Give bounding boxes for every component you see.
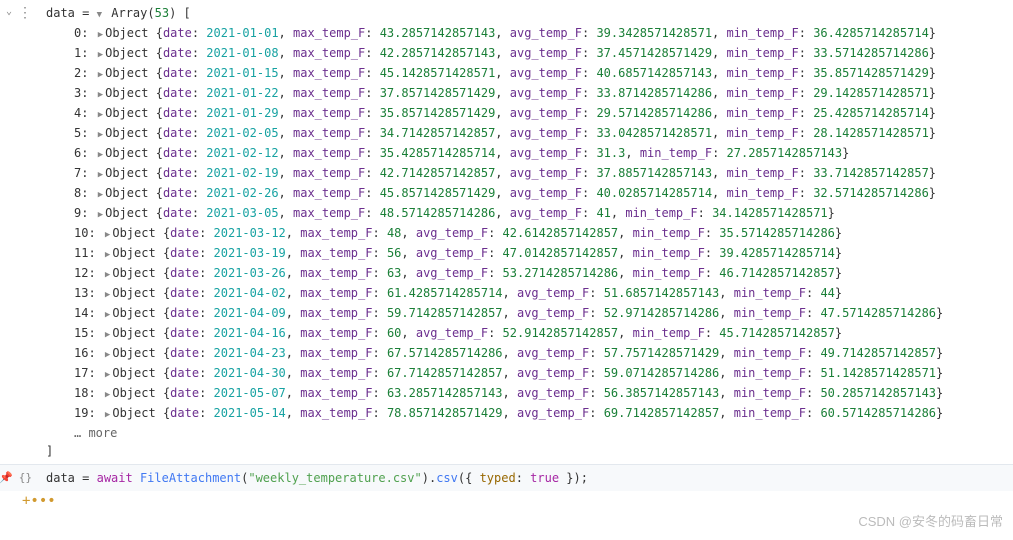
output-gutter: ⌄ ⋮ — [0, 4, 38, 460]
row-expand-icon[interactable]: ▶ — [98, 170, 103, 180]
array-row[interactable]: 17: ▶Object {date: 2021-04-30, max_temp_… — [46, 364, 1013, 384]
array-row[interactable]: 9: ▶Object {date: 2021-03-05, max_temp_F… — [46, 204, 1013, 224]
row-expand-icon[interactable]: ▶ — [98, 50, 103, 60]
array-close: ] — [46, 442, 1013, 460]
collapse-chevron-icon[interactable]: ⌄ — [6, 6, 12, 17]
row-expand-icon[interactable]: ▶ — [98, 130, 103, 140]
array-length: 53 — [155, 6, 169, 20]
row-expand-icon[interactable]: ▶ — [98, 150, 103, 160]
array-header[interactable]: data = ▼ Array(53) [ — [46, 4, 1013, 24]
braces-icon[interactable]: {} — [19, 471, 32, 484]
row-expand-icon[interactable]: ▶ — [105, 390, 110, 400]
row-expand-icon[interactable]: ▶ — [98, 70, 103, 80]
array-row[interactable]: 15: ▶Object {date: 2021-04-16, max_temp_… — [46, 324, 1013, 344]
row-expand-icon[interactable]: ▶ — [98, 110, 103, 120]
option-key: typed — [480, 471, 516, 485]
array-row[interactable]: 5: ▶Object {date: 2021-02-05, max_temp_F… — [46, 124, 1013, 144]
code-gutter: 📌 {} — [0, 469, 38, 487]
type-label: Array — [111, 6, 147, 20]
row-expand-icon[interactable]: ▶ — [98, 90, 103, 100]
cell-menu-icon[interactable]: ⋮ — [18, 6, 32, 20]
code-content[interactable]: data = await FileAttachment("weekly_temp… — [38, 469, 1013, 487]
array-row[interactable]: 18: ▶Object {date: 2021-05-07, max_temp_… — [46, 384, 1013, 404]
array-row[interactable]: 16: ▶Object {date: 2021-04-23, max_temp_… — [46, 344, 1013, 364]
output-cell: ⌄ ⋮ data = ▼ Array(53) [ 0: ▶Object {dat… — [0, 0, 1013, 464]
row-expand-icon[interactable]: ▶ — [105, 370, 110, 380]
function-name: FileAttachment — [140, 471, 241, 485]
row-expand-icon[interactable]: ▶ — [98, 210, 103, 220]
array-row[interactable]: 13: ▶Object {date: 2021-04-02, max_temp_… — [46, 284, 1013, 304]
method-name: csv — [436, 471, 458, 485]
row-expand-icon[interactable]: ▶ — [105, 350, 110, 360]
expand-triangle-icon[interactable]: ▼ — [97, 10, 102, 20]
array-row[interactable]: 3: ▶Object {date: 2021-01-22, max_temp_F… — [46, 84, 1013, 104]
row-expand-icon[interactable]: ▶ — [105, 230, 110, 240]
pin-icon[interactable]: 📌 — [0, 471, 13, 484]
row-expand-icon[interactable]: ▶ — [105, 330, 110, 340]
array-row[interactable]: 6: ▶Object {date: 2021-02-12, max_temp_F… — [46, 144, 1013, 164]
array-row[interactable]: 14: ▶Object {date: 2021-04-09, max_temp_… — [46, 304, 1013, 324]
row-expand-icon[interactable]: ▶ — [105, 410, 110, 420]
row-expand-icon[interactable]: ▶ — [105, 290, 110, 300]
variable-name: data — [46, 6, 75, 20]
code-cell[interactable]: 📌 {} data = await FileAttachment("weekly… — [0, 464, 1013, 491]
row-expand-icon[interactable]: ▶ — [98, 190, 103, 200]
array-row[interactable]: 7: ▶Object {date: 2021-02-19, max_temp_F… — [46, 164, 1013, 184]
row-expand-icon[interactable]: ▶ — [98, 30, 103, 40]
output-content: data = ▼ Array(53) [ 0: ▶Object {date: 2… — [38, 4, 1013, 460]
array-row[interactable]: 0: ▶Object {date: 2021-01-01, max_temp_F… — [46, 24, 1013, 44]
array-row[interactable]: 19: ▶Object {date: 2021-05-14, max_temp_… — [46, 404, 1013, 424]
row-expand-icon[interactable]: ▶ — [105, 270, 110, 280]
code-var: data — [46, 471, 75, 485]
array-row[interactable]: 12: ▶Object {date: 2021-03-26, max_temp_… — [46, 264, 1013, 284]
more-indicator[interactable]: … more — [46, 424, 1013, 442]
array-row[interactable]: 8: ▶Object {date: 2021-02-26, max_temp_F… — [46, 184, 1013, 204]
array-row[interactable]: 2: ▶Object {date: 2021-01-15, max_temp_F… — [46, 64, 1013, 84]
row-expand-icon[interactable]: ▶ — [105, 310, 110, 320]
array-row[interactable]: 10: ▶Object {date: 2021-03-12, max_temp_… — [46, 224, 1013, 244]
await-keyword: await — [97, 471, 133, 485]
watermark: CSDN @安冬的码畜日常 — [858, 511, 1003, 530]
option-value: true — [530, 471, 559, 485]
add-cell-icon[interactable]: +••• — [0, 491, 1013, 509]
string-arg: "weekly_temperature.csv" — [248, 471, 421, 485]
array-row[interactable]: 1: ▶Object {date: 2021-01-08, max_temp_F… — [46, 44, 1013, 64]
array-row[interactable]: 11: ▶Object {date: 2021-03-19, max_temp_… — [46, 244, 1013, 264]
array-row[interactable]: 4: ▶Object {date: 2021-01-29, max_temp_F… — [46, 104, 1013, 124]
row-expand-icon[interactable]: ▶ — [105, 250, 110, 260]
